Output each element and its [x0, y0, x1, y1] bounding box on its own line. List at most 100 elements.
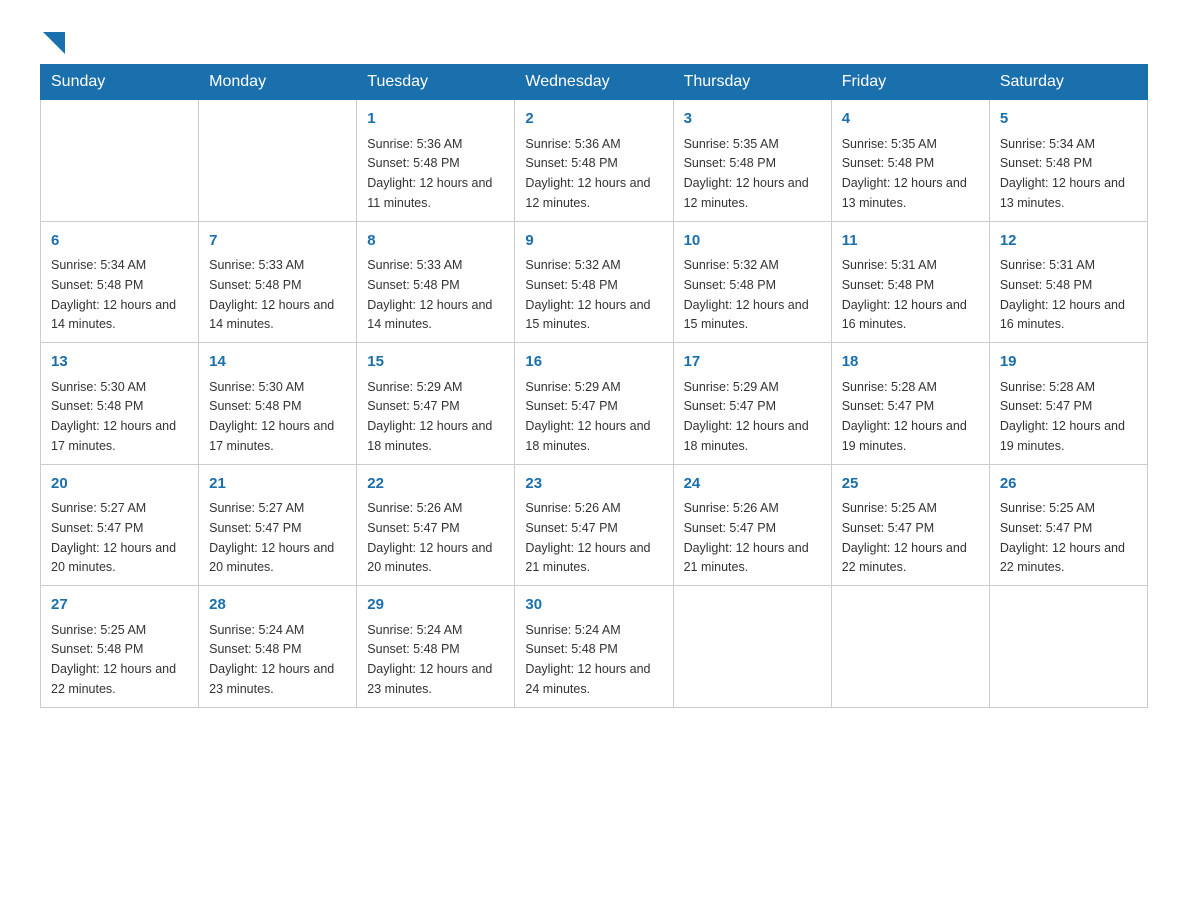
calendar-day-cell: 30Sunrise: 5:24 AMSunset: 5:48 PMDayligh… — [515, 586, 673, 708]
calendar-week-row: 6Sunrise: 5:34 AMSunset: 5:48 PMDaylight… — [41, 221, 1148, 343]
day-number: 15 — [367, 351, 504, 374]
day-info: Sunrise: 5:29 AMSunset: 5:47 PMDaylight:… — [525, 380, 650, 453]
day-number: 19 — [1000, 351, 1137, 374]
calendar-day-header: Sunday — [41, 65, 199, 100]
calendar-day-cell: 16 Sunrise: 5:29 AMSunset: 5:47 PMDayligh… — [515, 343, 673, 465]
day-info: Sunrise: 5:27 AMSunset: 5:47 PMDaylight:… — [209, 501, 334, 574]
calendar-day-cell: 25Sunrise: 5:25 AMSunset: 5:47 PMDayligh… — [831, 464, 989, 586]
day-info: Sunrise: 5:28 AMSunset: 5:47 PMDaylight:… — [842, 380, 967, 453]
calendar-day-cell: 9Sunrise: 5:32 AMSunset: 5:48 PMDaylight… — [515, 221, 673, 343]
calendar-day-cell: 19 Sunrise: 5:28 AMSunset: 5:47 PMDayligh… — [989, 343, 1147, 465]
day-number: 8 — [367, 230, 504, 253]
day-number: 22 — [367, 473, 504, 496]
day-number: 4 — [842, 108, 979, 131]
day-number: 23 — [525, 473, 662, 496]
day-number: 16 — [525, 351, 662, 374]
calendar-day-cell: 10 Sunrise: 5:32 AMSunset: 5:48 PMDayligh… — [673, 221, 831, 343]
calendar-week-row: 13 Sunrise: 5:30 AMSunset: 5:48 PMDayligh… — [41, 343, 1148, 465]
day-info: Sunrise: 5:30 AMSunset: 5:48 PMDaylight:… — [51, 380, 176, 453]
calendar-day-header: Monday — [199, 65, 357, 100]
calendar-day-cell — [831, 586, 989, 708]
day-info: Sunrise: 5:25 AMSunset: 5:47 PMDaylight:… — [1000, 501, 1125, 574]
day-info: Sunrise: 5:24 AMSunset: 5:48 PMDaylight:… — [209, 623, 334, 696]
day-info: Sunrise: 5:34 AMSunset: 5:48 PMDaylight:… — [51, 258, 176, 331]
calendar-day-cell: 6Sunrise: 5:34 AMSunset: 5:48 PMDaylight… — [41, 221, 199, 343]
calendar-day-cell: 14 Sunrise: 5:30 AMSunset: 5:48 PMDayligh… — [199, 343, 357, 465]
day-info: Sunrise: 5:35 AMSunset: 5:48 PMDaylight:… — [842, 137, 967, 210]
day-info: Sunrise: 5:34 AMSunset: 5:48 PMDaylight:… — [1000, 137, 1125, 210]
calendar-day-cell — [989, 586, 1147, 708]
day-number: 7 — [209, 230, 346, 253]
calendar-day-cell: 11 Sunrise: 5:31 AMSunset: 5:48 PMDayligh… — [831, 221, 989, 343]
day-info: Sunrise: 5:30 AMSunset: 5:48 PMDaylight:… — [209, 380, 334, 453]
calendar-day-cell: 5 Sunrise: 5:34 AMSunset: 5:48 PMDaylight… — [989, 100, 1147, 222]
day-number: 20 — [51, 473, 188, 496]
calendar-day-cell: 22 Sunrise: 5:26 AMSunset: 5:47 PMDayligh… — [357, 464, 515, 586]
calendar-day-cell: 24 Sunrise: 5:26 AMSunset: 5:47 PMDayligh… — [673, 464, 831, 586]
calendar-day-cell — [199, 100, 357, 222]
day-info: Sunrise: 5:25 AMSunset: 5:48 PMDaylight:… — [51, 623, 176, 696]
calendar-day-header: Thursday — [673, 65, 831, 100]
calendar-day-cell: 18 Sunrise: 5:28 AMSunset: 5:47 PMDayligh… — [831, 343, 989, 465]
calendar-day-cell: 29Sunrise: 5:24 AMSunset: 5:48 PMDayligh… — [357, 586, 515, 708]
calendar-day-cell: 20Sunrise: 5:27 AMSunset: 5:47 PMDayligh… — [41, 464, 199, 586]
calendar-day-cell: 21 Sunrise: 5:27 AMSunset: 5:47 PMDayligh… — [199, 464, 357, 586]
calendar-day-cell: 27Sunrise: 5:25 AMSunset: 5:48 PMDayligh… — [41, 586, 199, 708]
day-info: Sunrise: 5:35 AMSunset: 5:48 PMDaylight:… — [684, 137, 809, 210]
day-number: 18 — [842, 351, 979, 374]
day-info: Sunrise: 5:25 AMSunset: 5:47 PMDaylight:… — [842, 501, 967, 574]
day-number: 26 — [1000, 473, 1137, 496]
page-header — [40, 30, 1148, 54]
day-number: 24 — [684, 473, 821, 496]
day-info: Sunrise: 5:32 AMSunset: 5:48 PMDaylight:… — [684, 258, 809, 331]
calendar-day-cell — [673, 586, 831, 708]
day-number: 28 — [209, 594, 346, 617]
day-info: Sunrise: 5:26 AMSunset: 5:47 PMDaylight:… — [684, 501, 809, 574]
day-info: Sunrise: 5:29 AMSunset: 5:47 PMDaylight:… — [684, 380, 809, 453]
calendar-day-cell: 26 Sunrise: 5:25 AMSunset: 5:47 PMDayligh… — [989, 464, 1147, 586]
day-number: 17 — [684, 351, 821, 374]
day-info: Sunrise: 5:24 AMSunset: 5:48 PMDaylight:… — [525, 623, 650, 696]
calendar-day-cell: 17 Sunrise: 5:29 AMSunset: 5:47 PMDayligh… — [673, 343, 831, 465]
calendar-day-cell — [41, 100, 199, 222]
day-info: Sunrise: 5:28 AMSunset: 5:47 PMDaylight:… — [1000, 380, 1125, 453]
day-number: 11 — [842, 230, 979, 253]
day-number: 9 — [525, 230, 662, 253]
day-info: Sunrise: 5:36 AMSunset: 5:48 PMDaylight:… — [525, 137, 650, 210]
day-number: 1 — [367, 108, 504, 131]
day-number: 3 — [684, 108, 821, 131]
calendar-day-cell: 4 Sunrise: 5:35 AMSunset: 5:48 PMDaylight… — [831, 100, 989, 222]
calendar-day-cell: 1 Sunrise: 5:36 AMSunset: 5:48 PMDaylight… — [357, 100, 515, 222]
day-info: Sunrise: 5:33 AMSunset: 5:48 PMDaylight:… — [209, 258, 334, 331]
calendar-day-cell: 13 Sunrise: 5:30 AMSunset: 5:48 PMDayligh… — [41, 343, 199, 465]
day-info: Sunrise: 5:29 AMSunset: 5:47 PMDaylight:… — [367, 380, 492, 453]
calendar-header-row: SundayMondayTuesdayWednesdayThursdayFrid… — [41, 65, 1148, 100]
day-info: Sunrise: 5:31 AMSunset: 5:48 PMDaylight:… — [1000, 258, 1125, 331]
day-info: Sunrise: 5:31 AMSunset: 5:48 PMDaylight:… — [842, 258, 967, 331]
day-number: 12 — [1000, 230, 1137, 253]
day-info: Sunrise: 5:26 AMSunset: 5:47 PMDaylight:… — [367, 501, 492, 574]
day-info: Sunrise: 5:36 AMSunset: 5:48 PMDaylight:… — [367, 137, 492, 210]
day-number: 10 — [684, 230, 821, 253]
day-number: 21 — [209, 473, 346, 496]
calendar-day-cell: 23 Sunrise: 5:26 AMSunset: 5:47 PMDayligh… — [515, 464, 673, 586]
calendar-day-cell: 8 Sunrise: 5:33 AMSunset: 5:48 PMDaylight… — [357, 221, 515, 343]
day-info: Sunrise: 5:33 AMSunset: 5:48 PMDaylight:… — [367, 258, 492, 331]
day-number: 13 — [51, 351, 188, 374]
calendar-week-row: 27Sunrise: 5:25 AMSunset: 5:48 PMDayligh… — [41, 586, 1148, 708]
calendar-day-cell: 7 Sunrise: 5:33 AMSunset: 5:48 PMDaylight… — [199, 221, 357, 343]
calendar-week-row: 20 Sunrise: 5:27 AMSunset: 5:47 PMDayligh… — [41, 464, 1148, 586]
day-number: 5 — [1000, 108, 1137, 131]
calendar-day-header: Tuesday — [357, 65, 515, 100]
calendar-day-cell: 12 Sunrise: 5:31 AMSunset: 5:48 PMDayligh… — [989, 221, 1147, 343]
calendar-day-header: Saturday — [989, 65, 1147, 100]
day-info: Sunrise: 5:26 AMSunset: 5:47 PMDaylight:… — [525, 501, 650, 574]
calendar-day-cell: 15 Sunrise: 5:29 AMSunset: 5:47 PMDayligh… — [357, 343, 515, 465]
calendar-day-header: Wednesday — [515, 65, 673, 100]
day-number: 14 — [209, 351, 346, 374]
day-number: 2 — [525, 108, 662, 131]
calendar-day-cell: 3 Sunrise: 5:35 AMSunset: 5:48 PMDaylight… — [673, 100, 831, 222]
day-info: Sunrise: 5:24 AMSunset: 5:48 PMDaylight:… — [367, 623, 492, 696]
logo-triangle-icon — [43, 32, 65, 54]
calendar-day-cell: 28 Sunrise: 5:24 AMSunset: 5:48 PMDayligh… — [199, 586, 357, 708]
